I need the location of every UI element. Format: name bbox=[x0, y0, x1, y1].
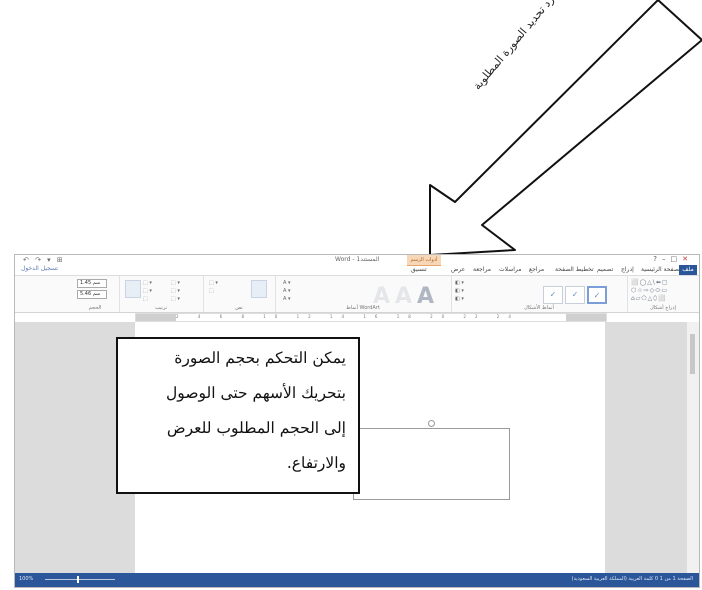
tab-design[interactable]: تصميم bbox=[597, 266, 613, 273]
help-icon[interactable]: ? bbox=[653, 255, 662, 263]
ribbon-group-size: 1.45 سم 5.46 سم الحجم bbox=[71, 276, 120, 312]
shapes-gallery[interactable]: ⬜◯△\⬅▢ ⬡☆⇨◇⬭▭ ⌂▱⬠△⬯⬜ bbox=[631, 279, 669, 303]
ribbon: 1.45 سم 5.46 سم الحجم ⬚ ▾ ⬚ ▾ ⬚ ⬚ ▾ ⬚ ▾ … bbox=[15, 275, 699, 313]
ribbon-group-arrange: ⬚ ▾ ⬚ ▾ ⬚ ⬚ ▾ ⬚ ▾ ⬚ ▾ ترتيب bbox=[119, 276, 204, 312]
vertical-scrollbar[interactable] bbox=[686, 322, 699, 573]
ribbon-group-wordart-styles: A ▾ A ▾ A ▾ A A A أنماط WordArt bbox=[275, 276, 452, 312]
tab-review[interactable]: مراجعة bbox=[473, 266, 491, 273]
tab-references[interactable]: مراجع bbox=[529, 266, 544, 273]
shape-outline-button[interactable]: ◧ ▾ bbox=[455, 288, 464, 294]
ruler-ticks: 2 4 6 8 10 12 14 16 18 20 22 24 bbox=[176, 314, 520, 319]
ribbon-group-label: ترتيب bbox=[155, 305, 167, 311]
align-text-button[interactable]: ⬚ ▾ bbox=[209, 280, 218, 286]
callout-line-1: يمكن التحكم بحجم الصورة bbox=[174, 349, 346, 367]
tab-view[interactable]: عرض bbox=[451, 266, 465, 273]
maximize-icon[interactable]: □ bbox=[671, 255, 683, 263]
selection-pane-button[interactable]: ⬚ bbox=[143, 296, 148, 302]
zoom-slider[interactable] bbox=[45, 579, 115, 580]
document-title: Word - المستند1 bbox=[335, 256, 380, 263]
shape-width-input[interactable]: 5.46 سم bbox=[77, 290, 107, 299]
rotate-button[interactable]: ⬚ ▾ bbox=[171, 296, 180, 302]
shape-height-input[interactable]: 1.45 سم bbox=[77, 279, 107, 288]
scrollbar-thumb[interactable] bbox=[690, 334, 695, 374]
shape-style-1[interactable]: ✓ bbox=[543, 286, 563, 304]
ribbon-group-label: إدراج أشكال bbox=[650, 305, 676, 311]
rotation-handle[interactable] bbox=[428, 420, 435, 427]
text-fill-button[interactable]: A ▾ bbox=[283, 280, 291, 286]
zoom-slider-thumb[interactable] bbox=[77, 576, 79, 583]
group-button[interactable]: ⬚ ▾ bbox=[171, 288, 180, 294]
ribbon-group-label: أنماط WordArt bbox=[346, 305, 380, 311]
shape-style-3[interactable]: ✓ bbox=[587, 286, 607, 304]
callout-line-4: والارتفاع. bbox=[286, 454, 346, 472]
text-outline-button[interactable]: A ▾ bbox=[283, 288, 291, 294]
ribbon-group-text: ⬚ ▾ ⬚ نص bbox=[203, 276, 276, 312]
ribbon-group-label: الحجم bbox=[88, 305, 102, 311]
quick-access-toolbar[interactable]: ↶ ↷ ▾ ⊞ bbox=[23, 256, 65, 264]
tab-page-layout[interactable]: تخطيط الصفحة bbox=[555, 266, 594, 273]
zoom-level[interactable]: 100% bbox=[19, 576, 33, 582]
shape-style-2[interactable]: ✓ bbox=[565, 286, 585, 304]
ribbon-group-shape-styles: ◧ ▾ ◧ ▾ ◧ ▾ ✓ ✓ ✓ أنماط الأشكال bbox=[451, 276, 628, 312]
ribbon-group-insert-shapes: ⬜◯△\⬅▢ ⬡☆⇨◇⬭▭ ⌂▱⬠△⬯⬜ إدراج أشكال bbox=[627, 276, 699, 312]
tab-format[interactable]: تنسيق bbox=[411, 266, 427, 273]
align-button[interactable]: ⬚ ▾ bbox=[171, 280, 180, 286]
text-direction-button[interactable] bbox=[251, 280, 267, 298]
create-link-button[interactable]: ⬚ bbox=[209, 288, 214, 294]
bring-forward-button[interactable]: ⬚ ▾ bbox=[143, 280, 152, 286]
close-icon[interactable]: ✕ bbox=[682, 255, 693, 263]
sign-in-link[interactable]: تسجيل الدخول bbox=[21, 265, 58, 272]
tab-insert[interactable]: إدراج bbox=[621, 266, 634, 273]
window-controls[interactable]: ?–□✕ bbox=[653, 255, 693, 263]
callout-line-3: إلى الحجم المطلوب للعرض bbox=[166, 419, 346, 437]
position-button[interactable] bbox=[125, 280, 141, 298]
text-effects-button[interactable]: A ▾ bbox=[283, 296, 291, 302]
shape-effects-button[interactable]: ◧ ▾ bbox=[455, 296, 464, 302]
status-info: الصفحة 1 من 1 0 كلمة العربية (المملكة ال… bbox=[571, 576, 693, 582]
minimize-icon[interactable]: – bbox=[662, 255, 671, 263]
send-backward-button[interactable]: ⬚ ▾ bbox=[143, 288, 152, 294]
title-bar: ↶ ↷ ▾ ⊞ Word - المستند1 أدوات الرسم ?–□✕ bbox=[15, 255, 699, 266]
callout-note: يمكن التحكم بحجم الصورة بتحريك الأسهم حت… bbox=[116, 337, 360, 494]
ribbon-group-label: نص bbox=[235, 305, 243, 311]
tab-file[interactable]: ملف bbox=[679, 265, 697, 275]
ribbon-group-label: أنماط الأشكال bbox=[524, 305, 554, 311]
tab-mailings[interactable]: مراسلات bbox=[499, 266, 521, 273]
horizontal-ruler: 2 4 6 8 10 12 14 16 18 20 22 24 bbox=[135, 313, 607, 322]
shape-fill-button[interactable]: ◧ ▾ bbox=[455, 280, 464, 286]
ribbon-tabs: تسجيل الدخول تنسيق عرض مراجعة مراسلات مر… bbox=[15, 265, 699, 275]
status-bar: 100% الصفحة 1 من 1 0 كلمة العربية (الممل… bbox=[15, 573, 699, 587]
callout-line-2: بتحريك الأسهم حتى الوصول bbox=[166, 384, 346, 402]
selected-shape[interactable] bbox=[353, 428, 510, 500]
tab-home[interactable]: الصفحة الرئيسية bbox=[641, 266, 682, 273]
